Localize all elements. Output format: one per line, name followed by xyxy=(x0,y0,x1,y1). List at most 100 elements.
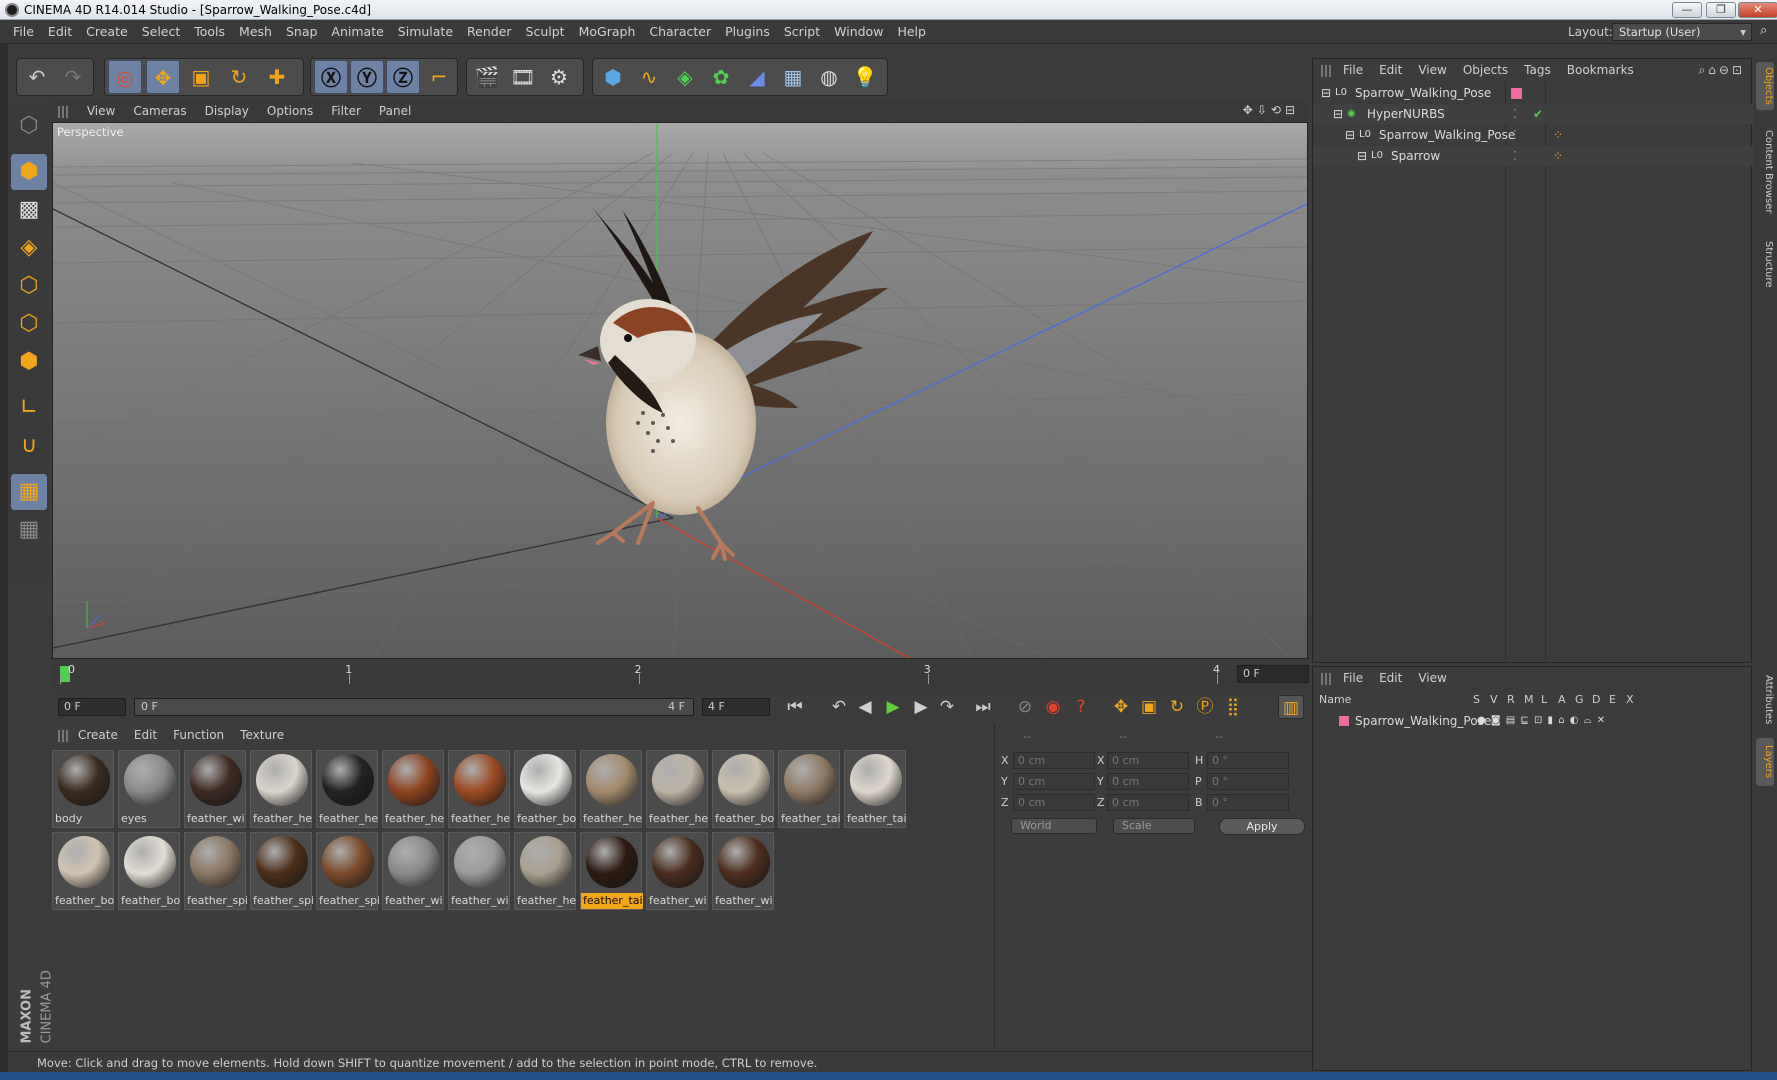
menu-snap[interactable]: Snap xyxy=(279,20,324,44)
viewport-menu-filter[interactable]: Filter xyxy=(322,100,370,122)
object-manager-tools-icon[interactable]: ⌕⌂⊖⊡ xyxy=(1699,59,1745,81)
menu-select[interactable]: Select xyxy=(135,20,188,44)
material-swatch[interactable]: feather_bo xyxy=(52,832,114,910)
spline-icon[interactable]: ∿ xyxy=(632,60,666,94)
keyframe-selection-icon[interactable]: ? xyxy=(1068,695,1094,719)
material-swatch[interactable]: feather_bo xyxy=(712,750,774,828)
viewport-menu-options[interactable]: Options xyxy=(258,100,322,122)
move-tool-icon[interactable]: ✥ xyxy=(146,60,180,94)
material-swatch[interactable]: eyes xyxy=(118,750,180,828)
workplane-lock-icon[interactable]: ▦ xyxy=(11,474,47,510)
material-swatch[interactable]: feather_wi xyxy=(184,750,246,828)
material-swatch[interactable]: feather_tai xyxy=(778,750,841,828)
record-keys-icon[interactable]: ⊘ xyxy=(1012,695,1038,719)
next-key-icon[interactable]: ↷ xyxy=(934,695,960,719)
material-swatch[interactable]: feather_wi xyxy=(382,832,444,910)
material-swatch[interactable]: feather_he xyxy=(250,750,312,828)
camera-icon[interactable]: ◍ xyxy=(812,60,846,94)
tab-attributes[interactable]: Attributes xyxy=(1756,668,1774,732)
undo-icon[interactable]: ↶ xyxy=(20,60,54,94)
material-swatch[interactable]: feather_he xyxy=(382,750,444,828)
object-menu-edit[interactable]: Edit xyxy=(1371,59,1410,81)
model-mode-icon[interactable]: ⬢ xyxy=(11,154,47,190)
layer-menu-view[interactable]: View xyxy=(1410,667,1454,689)
object-menu-file[interactable]: File xyxy=(1335,59,1371,81)
coordinate-value-field[interactable]: 0 cm xyxy=(1013,794,1095,811)
current-frame-field[interactable]: 0 F xyxy=(1237,665,1309,683)
material-swatch[interactable]: feather_spi xyxy=(316,832,379,910)
material-swatch[interactable]: feather_spi xyxy=(250,832,313,910)
axis-mode-icon[interactable]: ∟ xyxy=(11,390,47,426)
points-mode-icon[interactable]: ⬡ xyxy=(11,268,47,304)
layer-column-m[interactable]: M xyxy=(1524,693,1534,706)
material-swatch[interactable]: feather_tai xyxy=(580,832,643,910)
tab-structure[interactable]: Structure xyxy=(1756,234,1774,294)
material-swatch[interactable]: feather_spi xyxy=(184,832,247,910)
locked-workplane-icon[interactable]: ▦ xyxy=(11,512,47,548)
x-axis-lock-icon[interactable]: Ⓧ xyxy=(314,60,348,94)
object-tree-row[interactable]: ⊟ L0 Sparrow_Walking_Pose ⁚ ⁘ xyxy=(1313,125,1753,145)
menu-sculpt[interactable]: Sculpt xyxy=(519,20,572,44)
visibility-dots-icon[interactable]: ⁚ xyxy=(1513,125,1517,145)
viewport-menu-cameras[interactable]: Cameras xyxy=(124,100,195,122)
recent-tool-icon[interactable]: ✚ xyxy=(260,60,294,94)
layer-column-name[interactable]: Name xyxy=(1319,693,1351,706)
material-swatch[interactable]: feather_he xyxy=(316,750,378,828)
object-menu-bookmarks[interactable]: Bookmarks xyxy=(1559,59,1642,81)
preview-range-slider[interactable]: 0 F 4 F xyxy=(134,698,694,716)
menu-file[interactable]: File xyxy=(6,20,41,44)
material-swatch[interactable]: feather_he xyxy=(646,750,708,828)
object-tree-row[interactable]: ⊟ ◉ HyperNURBS ⁚ ✔ xyxy=(1313,104,1753,124)
menu-tools[interactable]: Tools xyxy=(187,20,232,44)
z-axis-lock-icon[interactable]: Ⓩ xyxy=(386,60,420,94)
material-swatch[interactable]: feather_wi xyxy=(448,832,510,910)
coordinate-system-icon[interactable]: ⌐ xyxy=(422,60,456,94)
material-swatch[interactable]: feather_he xyxy=(448,750,510,828)
menu-character[interactable]: Character xyxy=(642,20,718,44)
nurbs-icon[interactable]: ◈ xyxy=(668,60,702,94)
material-menu-texture[interactable]: Texture xyxy=(232,724,292,746)
viewport-menu-display[interactable]: Display xyxy=(196,100,258,122)
object-menu-view[interactable]: View xyxy=(1410,59,1454,81)
timeline-ruler[interactable]: 01234 0 F xyxy=(52,660,1309,690)
material-swatch[interactable]: feather_wi xyxy=(712,832,774,910)
layer-menu-edit[interactable]: Edit xyxy=(1371,667,1410,689)
menu-simulate[interactable]: Simulate xyxy=(391,20,460,44)
object-menu-objects[interactable]: Objects xyxy=(1455,59,1516,81)
end-frame-field[interactable]: 4 F xyxy=(702,698,770,716)
floor-icon[interactable]: ▦ xyxy=(776,60,810,94)
coordinate-value-field[interactable]: 0 cm xyxy=(1013,752,1095,769)
next-frame-icon[interactable]: ▶ xyxy=(908,695,934,719)
material-swatch[interactable]: feather_he xyxy=(580,750,642,828)
menu-render[interactable]: Render xyxy=(460,20,519,44)
joint-tag-icon[interactable]: ⁘ xyxy=(1553,146,1563,166)
tab-content-browser[interactable]: Content Browser xyxy=(1756,118,1774,226)
expand-toggle-icon[interactable]: ⊟ xyxy=(1357,146,1367,166)
object-tree-row[interactable]: ⊟L0Sparrow_Walking_Pose⁚ xyxy=(1313,83,1753,103)
material-menu-function[interactable]: Function xyxy=(165,724,232,746)
viewport-navigation-icons[interactable]: ✥⇩⟲⊟ xyxy=(1243,103,1299,117)
timeline-window-icon[interactable]: ▥ xyxy=(1278,695,1304,719)
expand-toggle-icon[interactable]: ⊟ xyxy=(1321,83,1331,103)
layer-column-x[interactable]: X xyxy=(1626,693,1634,706)
layout-dropdown[interactable]: Startup (User) xyxy=(1612,23,1752,41)
layer-column-e[interactable]: E xyxy=(1609,693,1616,706)
object-menu-tags[interactable]: Tags xyxy=(1516,59,1559,81)
go-to-end-icon[interactable]: ⏭ xyxy=(970,695,996,719)
record-position-icon[interactable]: ✥ xyxy=(1108,695,1134,719)
live-selection-icon[interactable]: ◎ xyxy=(108,60,142,94)
play-icon[interactable]: ▶ xyxy=(880,695,906,719)
menu-edit[interactable]: Edit xyxy=(41,20,79,44)
material-swatch[interactable]: feather_tai xyxy=(844,750,907,828)
tab-objects[interactable]: Objects xyxy=(1756,62,1774,110)
coordinate-mode-dropdown[interactable]: World xyxy=(1011,818,1097,834)
layer-color-swatch[interactable] xyxy=(1339,716,1349,726)
perspective-viewport[interactable]: Perspective xyxy=(52,122,1308,659)
render-view-icon[interactable]: 🎬 xyxy=(470,60,504,94)
expand-toggle-icon[interactable]: ⊟ xyxy=(1345,125,1355,145)
coordinate-value-field[interactable]: 0 cm xyxy=(1107,773,1189,790)
menu-create[interactable]: Create xyxy=(79,20,135,44)
render-settings-icon[interactable]: ⚙ xyxy=(542,60,576,94)
menu-script[interactable]: Script xyxy=(777,20,827,44)
menu-window[interactable]: Window xyxy=(827,20,890,44)
